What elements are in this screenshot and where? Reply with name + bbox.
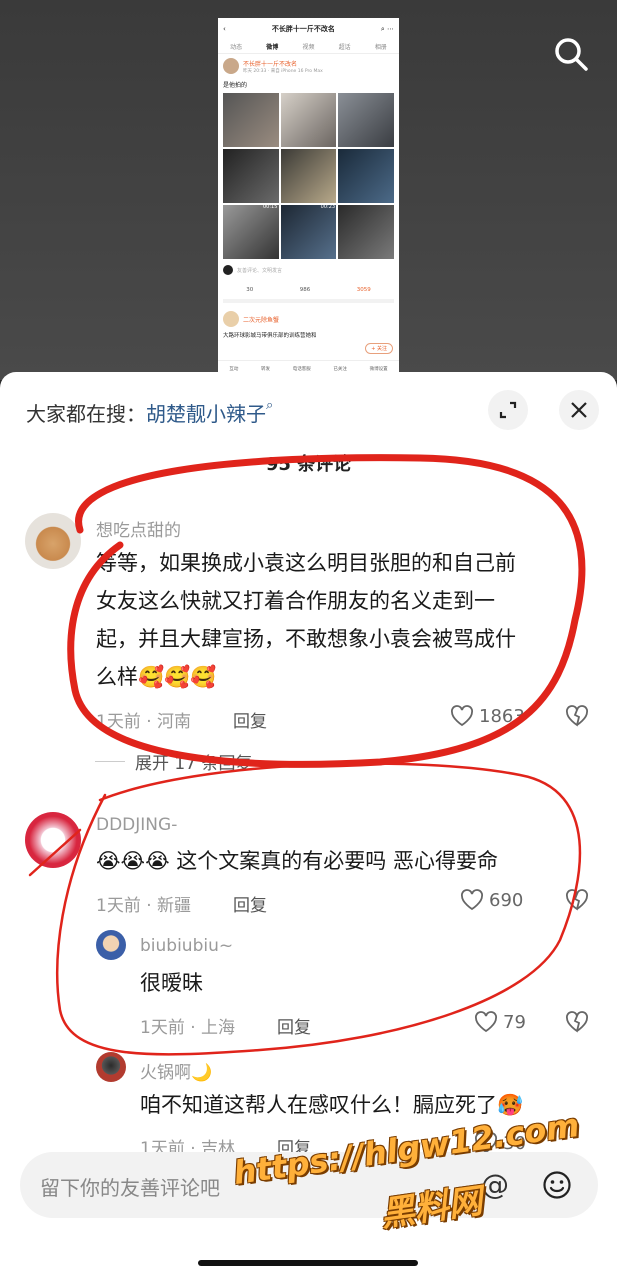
embedded-tabs: 动态 微博 视频 超话 相册	[218, 40, 399, 54]
search-icon: ⌕	[266, 398, 274, 413]
comment-text-line: 等等，如果换成小袁这么明目张胆的和自己前	[96, 551, 516, 575]
video-thumb: 00:15	[223, 149, 279, 210]
reply-button[interactable]: 回复	[233, 891, 267, 916]
reply-user[interactable]: biubiubiu~	[140, 936, 233, 956]
embedded-post-2: 二次元除鱼蟹 大路环球影城马带俱乐部的训练营她和	[218, 307, 399, 343]
comment-text-line: 么样🥰🥰🥰	[96, 665, 217, 689]
search-icon: ⌕ ⋯	[380, 24, 394, 33]
at-icon[interactable]: @	[480, 1170, 510, 1200]
avatar[interactable]	[96, 1052, 126, 1082]
embedded-comment-box: 友善评论、文明发言	[223, 265, 394, 275]
embedded-screenshot: ‹ 不长胖十一斤不改名 ⌕ ⋯ 动态 微博 视频 超话 相册 不长胖十一斤不改名…	[218, 18, 399, 376]
expand-replies-label: 展开 17 条回复	[135, 754, 253, 774]
avatar[interactable]	[25, 513, 81, 569]
follow-button: + 关注	[365, 343, 393, 354]
like-count: 690	[489, 889, 524, 911]
close-button[interactable]	[559, 390, 599, 430]
video-thumb: 00:15	[223, 205, 279, 266]
search-icon[interactable]	[551, 34, 591, 74]
embedded-title: 不长胖十一斤不改名	[271, 25, 335, 33]
close-icon	[571, 402, 587, 418]
comment-user[interactable]: 想吃点甜的	[96, 516, 181, 541]
video-thumb: 00:15	[338, 205, 394, 266]
expand-replies[interactable]: 展开 17 条回复 ⌄	[95, 749, 273, 774]
embedded-header: ‹ 不长胖十一斤不改名 ⌕ ⋯	[218, 18, 399, 40]
comment-user[interactable]: DDDJING-	[96, 815, 177, 835]
like-count: 1863	[479, 705, 525, 727]
hot-search[interactable]: 大家都在搜：胡楚靓小辣子⌕	[26, 398, 273, 427]
photo-thumb	[280, 205, 337, 259]
embedded-post-text: 是他拍的	[223, 82, 248, 89]
broken-heart-icon	[566, 889, 588, 911]
like-count: 79	[503, 1011, 526, 1033]
comment-text-line: 起，并且大肆宣扬，不敢想象小袁会被骂成什	[96, 627, 516, 651]
comment-input-placeholder: 留下你的友善评论吧	[40, 1176, 220, 1200]
avatar[interactable]	[25, 812, 81, 868]
photo-thumb	[280, 93, 337, 147]
embedded-tab: 视频	[302, 44, 315, 51]
photo-thumb	[338, 93, 394, 147]
embedded-user-2: 二次元除鱼蟹	[243, 316, 280, 324]
embedded-tab: 动态	[230, 44, 243, 51]
comment-count: 986	[299, 287, 311, 293]
reply-text: 咱不知道这帮人在感叹什么！膈应死了🥵	[140, 1093, 524, 1117]
comment-meta: 1天前 · 新疆	[96, 896, 192, 916]
emoji-icon[interactable]	[542, 1170, 572, 1200]
like-button[interactable]: 690	[460, 889, 523, 911]
comment-text-line: 女友这么快就又打着合作朋友的名义走到一	[96, 589, 495, 613]
avatar	[223, 311, 239, 327]
hot-search-prefix: 大家都在搜：	[26, 402, 146, 426]
heart-icon	[461, 889, 483, 911]
embedded-post-2-text: 大路环球影城马带俱乐部的训练营她和	[223, 333, 317, 339]
embedded-post-user: 不长胖十一斤不改名	[243, 60, 298, 68]
like-count: 3059	[356, 287, 371, 293]
reply-button[interactable]: 回复	[233, 707, 267, 732]
comment-meta: 1天前 · 河南	[96, 712, 192, 732]
photo-thumb	[338, 149, 394, 203]
photo-grid: 00:15 00:23 00:15 00:15	[223, 93, 394, 266]
avatar	[223, 265, 233, 275]
dislike-button[interactable]	[565, 889, 589, 915]
avatar	[223, 58, 239, 74]
repost-count: 30	[246, 287, 254, 293]
avatar[interactable]	[96, 930, 126, 960]
embedded-stats: 30 986 3059	[223, 281, 394, 303]
comment-count-title: 95 条评论	[265, 454, 352, 475]
dislike-button[interactable]	[565, 1011, 589, 1037]
expand-button[interactable]	[488, 390, 528, 430]
video-thumb: 00:23	[280, 149, 337, 210]
chevron-down-icon: ⌄	[262, 754, 273, 769]
reply-text: 很暧昧	[140, 971, 203, 995]
home-indicator	[198, 1260, 418, 1266]
heart-icon	[475, 1011, 497, 1033]
dislike-button[interactable]	[565, 705, 589, 731]
reply-user[interactable]: 火锅啊🌙	[140, 1058, 212, 1083]
embedded-tab-active: 微博	[266, 44, 279, 51]
heart-icon	[451, 705, 473, 727]
like-button[interactable]: 1863	[450, 705, 525, 727]
expand-icon	[499, 401, 517, 419]
photo-thumb	[223, 93, 279, 147]
broken-heart-icon	[566, 705, 588, 727]
broken-heart-icon	[566, 1011, 588, 1033]
like-button[interactable]: 79	[474, 1011, 526, 1033]
hot-search-keyword[interactable]: 胡楚靓小辣子	[146, 402, 266, 426]
reply-button[interactable]: 回复	[277, 1013, 311, 1038]
comment-text: 😭😭😭 这个文案真的有必要吗 恶心得要命	[96, 849, 498, 873]
embedded-post-meta: 昨天 20:33 · 来自 iPhone 16 Pro Max	[243, 68, 323, 74]
embedded-post: 不长胖十一斤不改名 昨天 20:33 · 来自 iPhone 16 Pro Ma…	[218, 54, 399, 307]
embedded-tab: 相册	[374, 44, 387, 51]
reply-meta: 1天前 · 上海	[140, 1018, 236, 1038]
divider	[95, 761, 125, 762]
embedded-tab: 超话	[338, 44, 351, 51]
